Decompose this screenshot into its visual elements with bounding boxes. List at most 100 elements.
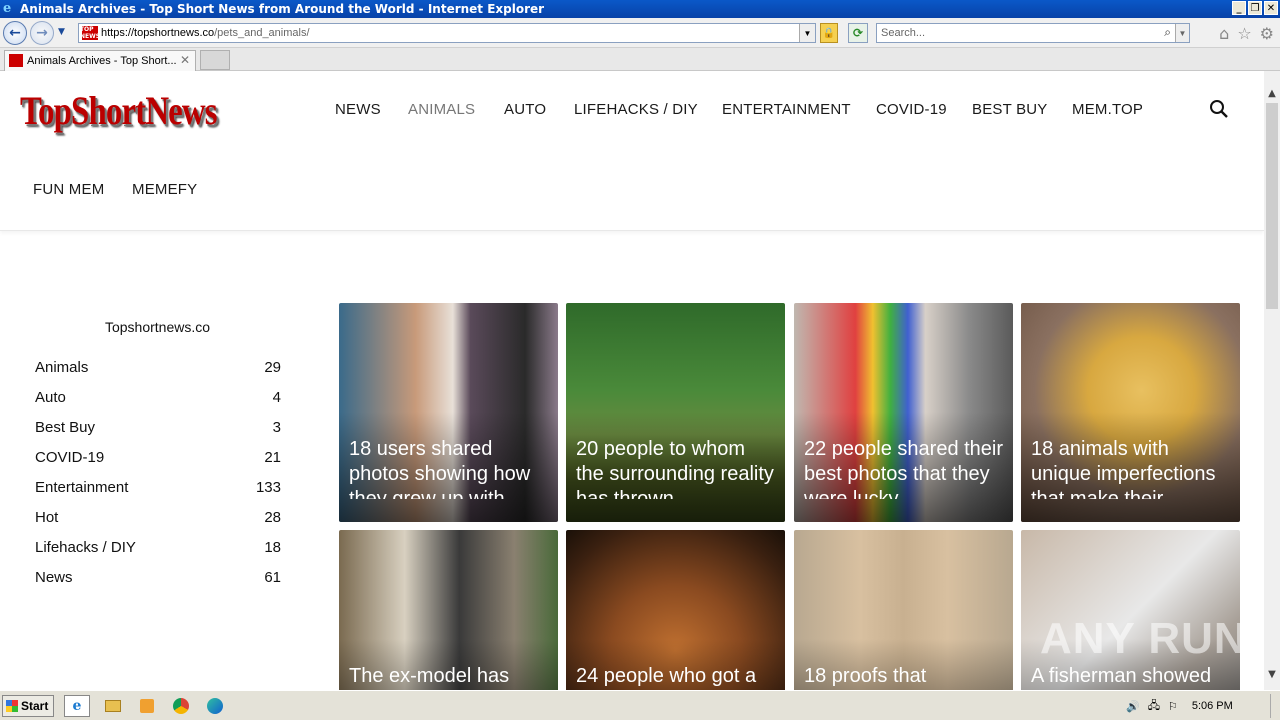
address-bar[interactable]: TOP NEWS https://topshortnews.co/pets_an… xyxy=(78,23,816,43)
url-host: https://topshortnews.co xyxy=(101,27,215,39)
address-dropdown-icon[interactable]: ▼ xyxy=(799,24,815,42)
site-logo[interactable]: TopShortNews xyxy=(20,87,218,134)
nav-fun-mem[interactable]: FUN MEM xyxy=(33,181,104,198)
article-title[interactable]: 18 users shared photos showing how they … xyxy=(349,437,550,499)
article-card[interactable]: 24 people who got a xyxy=(566,530,785,690)
page-scrollbar[interactable]: ▲ ▼ xyxy=(1264,71,1280,690)
web-page: TopShortNews NEWS ANIMALS AUTO LIFEHACKS… xyxy=(0,71,1264,690)
category-name[interactable]: Hot xyxy=(35,509,58,526)
show-desktop-button[interactable] xyxy=(1270,694,1280,718)
search-icon[interactable]: ⌕ xyxy=(1164,25,1171,40)
url-path: /pets_and_animals/ xyxy=(214,27,310,39)
article-title[interactable]: 18 animals with unique imperfections tha… xyxy=(1031,437,1232,499)
start-button[interactable]: Start xyxy=(2,695,54,717)
refresh-icon[interactable]: ⟳ xyxy=(848,23,868,43)
nav-memefy[interactable]: MEMEFY xyxy=(132,181,197,198)
tab-close-icon[interactable]: ✕ xyxy=(180,53,190,67)
category-item[interactable]: Hot 28 xyxy=(35,509,281,526)
browser-tab-active[interactable]: Animals Archives - Top Short... ✕ xyxy=(4,50,196,71)
search-placeholder: Search... xyxy=(881,27,926,39)
sidebar-title: Topshortnews.co xyxy=(104,319,211,335)
nav-lifehacks[interactable]: LIFEHACKS / DIY xyxy=(574,101,698,118)
home-icon[interactable]: ⌂ xyxy=(1219,24,1229,43)
article-title[interactable]: The ex-model has xyxy=(349,664,550,690)
article-title[interactable]: 24 people who got a xyxy=(576,664,777,690)
window-title-bar: e Animals Archives - Top Short News from… xyxy=(0,0,1280,18)
favorites-star-icon[interactable]: ☆ xyxy=(1237,24,1251,43)
tab-title: Animals Archives - Top Short... xyxy=(27,55,177,67)
scroll-down-icon[interactable]: ▼ xyxy=(1264,666,1280,682)
nav-covid[interactable]: COVID-19 xyxy=(876,101,947,118)
search-dropdown-icon[interactable]: ▼ xyxy=(1175,24,1189,42)
article-card[interactable]: 22 people shared their best photos that … xyxy=(794,303,1013,522)
minimize-icon[interactable]: _ xyxy=(1232,1,1246,15)
category-count: 28 xyxy=(264,509,281,526)
edge-taskbar-icon[interactable] xyxy=(202,695,228,717)
category-item[interactable]: Auto 4 xyxy=(35,389,281,406)
system-tray: 🔊 🖧 ⚐ 5:06 PM xyxy=(1120,693,1280,719)
category-item[interactable]: News 61 xyxy=(35,569,281,586)
article-title[interactable]: 20 people to whom the surrounding realit… xyxy=(576,437,777,499)
settings-gear-icon[interactable]: ⚙ xyxy=(1260,24,1274,43)
browser-nav-bar: ← → ▼ TOP NEWS https://topshortnews.co/p… xyxy=(0,18,1280,48)
category-item[interactable]: Best Buy 3 xyxy=(35,419,281,436)
close-icon[interactable]: ✕ xyxy=(1264,1,1278,15)
browser-tab-bar: Animals Archives - Top Short... ✕ xyxy=(0,48,1280,71)
category-name[interactable]: COVID-19 xyxy=(35,449,104,466)
forward-arrow-icon[interactable]: → xyxy=(30,21,54,45)
window-title: Animals Archives - Top Short News from A… xyxy=(20,2,545,16)
network-icon[interactable]: 🖧 xyxy=(1148,697,1160,716)
flag-notification-icon[interactable]: ⚐ xyxy=(1168,700,1178,713)
back-arrow-icon[interactable]: ← xyxy=(3,21,27,45)
article-title[interactable]: 22 people shared their best photos that … xyxy=(804,437,1005,499)
category-name[interactable]: Animals xyxy=(35,359,88,376)
folder-taskbar-icon[interactable] xyxy=(100,695,126,717)
start-label: Start xyxy=(21,699,49,713)
scroll-thumb[interactable] xyxy=(1266,103,1278,309)
article-card[interactable]: 18 users shared photos showing how they … xyxy=(339,303,558,522)
category-count: 21 xyxy=(264,449,281,466)
article-card[interactable]: A fisherman showed xyxy=(1021,530,1240,690)
tab-favicon xyxy=(9,54,23,67)
nav-animals[interactable]: ANIMALS xyxy=(408,101,475,118)
article-card[interactable]: 18 proofs that xyxy=(794,530,1013,690)
ie-taskbar-icon[interactable]: e xyxy=(64,695,90,717)
history-dropdown-icon[interactable]: ▼ xyxy=(58,27,65,37)
window-controls: _ ❐ ✕ xyxy=(1232,1,1278,15)
category-name[interactable]: Entertainment xyxy=(35,479,128,496)
category-name[interactable]: Auto xyxy=(35,389,66,406)
browser-search-box[interactable]: Search... ⌕ ▼ xyxy=(876,23,1190,43)
nav-best-buy[interactable]: BEST BUY xyxy=(972,101,1048,118)
chrome-taskbar-icon[interactable] xyxy=(168,695,194,717)
clock[interactable]: 5:06 PM xyxy=(1192,700,1233,712)
site-favicon: TOP NEWS xyxy=(79,26,101,40)
new-tab-button[interactable] xyxy=(200,50,230,70)
article-title[interactable]: 18 proofs that xyxy=(804,664,1005,690)
ie-icon: e xyxy=(3,1,12,16)
restore-icon[interactable]: ❐ xyxy=(1248,1,1262,15)
scroll-up-icon[interactable]: ▲ xyxy=(1264,85,1280,101)
volume-icon[interactable]: 🔊 xyxy=(1126,700,1140,713)
article-title[interactable]: A fisherman showed xyxy=(1031,664,1232,690)
media-player-taskbar-icon[interactable] xyxy=(134,695,160,717)
article-card[interactable]: 18 animals with unique imperfections tha… xyxy=(1021,303,1240,522)
category-name[interactable]: Best Buy xyxy=(35,419,95,436)
lock-icon[interactable]: 🔒 xyxy=(820,23,838,43)
category-item[interactable]: Animals 29 xyxy=(35,359,281,376)
article-card[interactable]: The ex-model has xyxy=(339,530,558,690)
nav-auto[interactable]: AUTO xyxy=(504,101,546,118)
nav-news[interactable]: NEWS xyxy=(335,101,381,118)
category-count: 18 xyxy=(264,539,281,556)
site-search-icon[interactable] xyxy=(1209,99,1229,119)
nav-entertainment[interactable]: ENTERTAINMENT xyxy=(722,101,851,118)
category-name[interactable]: News xyxy=(35,569,73,586)
category-item[interactable]: Lifehacks / DIY 18 xyxy=(35,539,281,556)
nav-mem-top[interactable]: MEM.TOP xyxy=(1072,101,1143,118)
windows-flag-icon xyxy=(6,700,18,712)
category-count: 133 xyxy=(255,479,281,496)
category-item[interactable]: COVID-19 21 xyxy=(35,449,281,466)
category-item[interactable]: Entertainment 133 xyxy=(35,479,281,496)
category-count: 61 xyxy=(264,569,281,586)
category-name[interactable]: Lifehacks / DIY xyxy=(35,539,136,556)
article-card[interactable]: 20 people to whom the surrounding realit… xyxy=(566,303,785,522)
